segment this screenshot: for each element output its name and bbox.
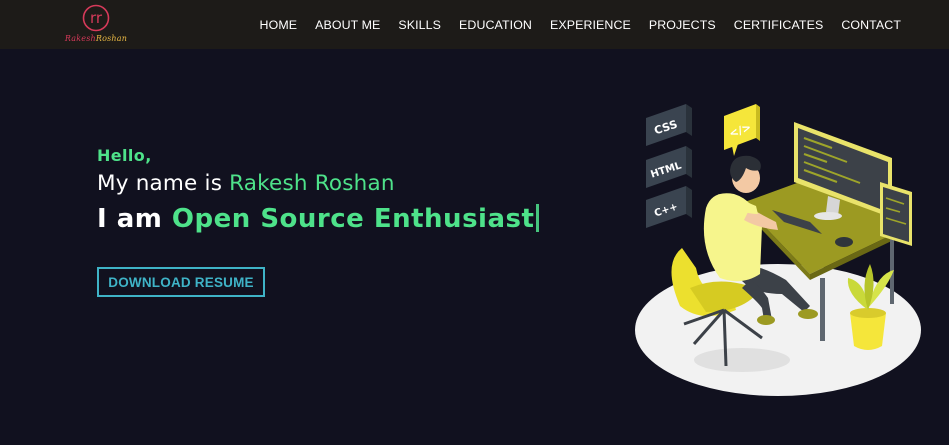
logo-text-first: Rakesh — [64, 34, 96, 43]
typing-cursor — [536, 204, 540, 232]
side-monitor — [880, 182, 912, 246]
nav-item-projects[interactable]: PROJECTS — [649, 18, 716, 32]
nav-item-about-me[interactable]: ABOUT ME — [315, 18, 380, 32]
cpp-tag: C++ — [646, 186, 692, 228]
nav-item-education[interactable]: EDUCATION — [459, 18, 532, 32]
developer-illustration: CSS HTML C++ </> — [635, 104, 921, 396]
nav-item-contact[interactable]: CONTACT — [841, 18, 901, 32]
hero-name-line: My name is Rakesh Roshan — [97, 171, 395, 196]
download-resume-button[interactable]: DOWNLOAD RESUME — [97, 267, 265, 297]
logo-text: RakeshRoshan — [64, 34, 128, 43]
css-tag: CSS — [646, 104, 692, 146]
hero-role-line: I am Open Source Enthusiast — [97, 204, 540, 234]
logo-initials: rr — [90, 9, 103, 27]
hero-role-prefix: I am — [97, 204, 172, 234]
nav-item-skills[interactable]: SKILLS — [398, 18, 441, 32]
brand-logo[interactable]: rr RakeshRoshan — [64, 4, 128, 46]
logo-text-second: Roshan — [95, 34, 128, 43]
nav-item-experience[interactable]: EXPERIENCE — [550, 18, 631, 32]
logo-mark-icon: rr — [82, 4, 110, 32]
hero-role: Open Source Enthusiast — [171, 204, 535, 234]
nav-item-certificates[interactable]: CERTIFICATES — [734, 18, 824, 32]
floor-shadow — [694, 348, 790, 372]
hero-name: Rakesh Roshan — [229, 171, 395, 196]
nav-links: HOME ABOUT ME SKILLS EDUCATION EXPERIENC… — [242, 0, 901, 49]
hero-name-prefix: My name is — [97, 171, 230, 196]
html-tag: HTML — [646, 146, 692, 188]
hero-greeting: Hello, — [97, 146, 152, 165]
navbar: rr RakeshRoshan HOME ABOUT ME SKILLS EDU… — [0, 0, 949, 49]
code-bubble: </> — [724, 104, 760, 156]
mouse — [835, 237, 853, 247]
nav-item-home[interactable]: HOME — [260, 18, 298, 32]
